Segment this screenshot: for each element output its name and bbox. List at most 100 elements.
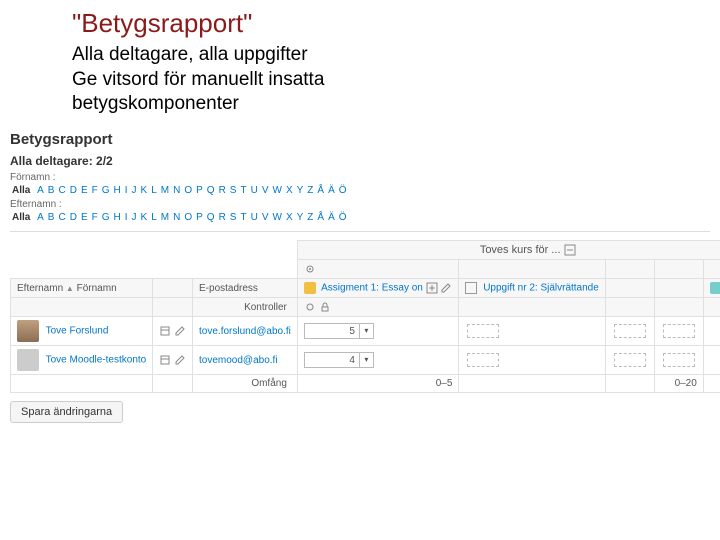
- column-assign1[interactable]: Assigment 1: Essay on: [297, 279, 459, 298]
- alpha-letter-R[interactable]: R: [219, 185, 226, 196]
- alpha-letter-C[interactable]: C: [58, 212, 65, 223]
- alpha-letter-Ä[interactable]: Ä: [328, 212, 335, 223]
- alpha-letter-T[interactable]: T: [240, 212, 246, 223]
- column-email[interactable]: E-postadress: [193, 279, 298, 298]
- col-firstname-label: Förnamn: [77, 283, 117, 294]
- alpha-letter-O[interactable]: O: [184, 185, 192, 196]
- alpha-letter-B[interactable]: B: [48, 212, 55, 223]
- checkbox-icon: [465, 282, 477, 294]
- alpha-letter-Q[interactable]: Q: [207, 185, 215, 196]
- alpha-letter-W[interactable]: W: [272, 185, 281, 196]
- alpha-letter-Z[interactable]: Z: [307, 212, 313, 223]
- alpha-letter-U[interactable]: U: [251, 185, 258, 196]
- alpha-letter-N[interactable]: N: [173, 212, 180, 223]
- alpha-letter-E[interactable]: E: [81, 212, 88, 223]
- alpha-letter-Y[interactable]: Y: [297, 212, 304, 223]
- gear-icon[interactable]: [304, 302, 316, 313]
- user-name[interactable]: Tove Forslund: [46, 326, 109, 337]
- alpha-letter-Z[interactable]: Z: [307, 185, 313, 196]
- user-cell[interactable]: Tove Moodle-testkonto: [11, 346, 153, 375]
- email-cell: tovemood@abo.fi: [193, 346, 298, 375]
- alpha-letter-D[interactable]: D: [70, 212, 77, 223]
- alpha-letter-E[interactable]: E: [81, 185, 88, 196]
- user-cell[interactable]: Tove Forslund: [11, 317, 153, 346]
- alpha-letter-R[interactable]: R: [219, 212, 226, 223]
- alpha-letter-Q[interactable]: Q: [207, 212, 215, 223]
- alpha-letter-Å[interactable]: Å: [317, 185, 324, 196]
- grade-dropdown[interactable]: ▾: [360, 323, 374, 339]
- filter-all-lastname[interactable]: Alla: [12, 212, 30, 223]
- grades-icon[interactable]: [159, 355, 171, 366]
- collapse-icon[interactable]: [564, 244, 576, 256]
- alpha-letter-U[interactable]: U: [251, 212, 258, 223]
- grade-input[interactable]: 5: [304, 323, 360, 339]
- alpha-letter-H[interactable]: H: [114, 212, 121, 223]
- grade-dropdown[interactable]: ▾: [360, 352, 374, 368]
- grade-locked: [663, 353, 695, 367]
- alpha-letter-L[interactable]: L: [151, 212, 157, 223]
- alpha-letter-G[interactable]: G: [102, 212, 110, 223]
- column-assign2[interactable]: Uppgift nr 2: Självrättande: [459, 279, 605, 298]
- alpha-letter-I[interactable]: I: [125, 212, 128, 223]
- alpha-letter-H[interactable]: H: [114, 185, 121, 196]
- alpha-letter-M[interactable]: M: [161, 185, 169, 196]
- alpha-letter-B[interactable]: B: [48, 185, 55, 196]
- alpha-letter-X[interactable]: X: [286, 212, 293, 223]
- alpha-letter-D[interactable]: D: [70, 185, 77, 196]
- alpha-letter-S[interactable]: S: [230, 185, 237, 196]
- alpha-letter-M[interactable]: M: [161, 212, 169, 223]
- grades-icon[interactable]: [159, 326, 171, 337]
- alpha-letter-J[interactable]: J: [132, 212, 137, 223]
- slide-sub-line3: betygskomponenter: [72, 92, 720, 117]
- save-button[interactable]: Spara ändringarna: [10, 401, 123, 423]
- alpha-letter-F[interactable]: F: [92, 185, 98, 196]
- alpha-letter-Y[interactable]: Y: [297, 185, 304, 196]
- alpha-letter-Å[interactable]: Å: [317, 212, 324, 223]
- alpha-letter-I[interactable]: I: [125, 185, 128, 196]
- lock-icon[interactable]: [319, 302, 331, 313]
- range-a1: 0–5: [297, 375, 459, 393]
- alpha-letter-C[interactable]: C: [58, 185, 65, 196]
- assign2-link[interactable]: Uppgift nr 2: Självrättande: [483, 283, 599, 294]
- column-name[interactable]: Efternamn ▲ Förnamn: [11, 279, 153, 298]
- grade-input[interactable]: 4: [304, 352, 360, 368]
- alpha-letter-A[interactable]: A: [37, 185, 44, 196]
- assign1-link[interactable]: Assigment 1: Essay on: [321, 283, 423, 294]
- alphabet-letters-lastname: ABCDEFGHIJKLMNOPQRSTUVWXYZÅÄÖ: [35, 212, 348, 223]
- edit-icon[interactable]: [174, 355, 186, 366]
- alpha-letter-Ö[interactable]: Ö: [339, 212, 347, 223]
- alpha-letter-G[interactable]: G: [102, 185, 110, 196]
- column-assign3[interactable]: Assig: [703, 279, 720, 298]
- alpha-letter-O[interactable]: O: [184, 212, 192, 223]
- email-link[interactable]: tove.forslund@abo.fi: [199, 326, 291, 337]
- alpha-letter-S[interactable]: S: [230, 212, 237, 223]
- alpha-letter-L[interactable]: L: [151, 185, 157, 196]
- edit-icon[interactable]: [174, 326, 186, 337]
- gradebook-app: Betygsrapport Alla deltagare: 2/2 Förnam…: [0, 131, 720, 429]
- alpha-letter-P[interactable]: P: [196, 185, 203, 196]
- alpha-letter-T[interactable]: T: [240, 185, 246, 196]
- alpha-letter-F[interactable]: F: [92, 212, 98, 223]
- alpha-letter-K[interactable]: K: [141, 212, 148, 223]
- grade-cell-3: [605, 346, 654, 375]
- alpha-letter-J[interactable]: J: [132, 185, 137, 196]
- alpha-letter-V[interactable]: V: [262, 185, 269, 196]
- email-link[interactable]: tovemood@abo.fi: [199, 355, 278, 366]
- gear-icon[interactable]: [304, 264, 316, 275]
- grade-cell-1: 5▾: [297, 317, 459, 346]
- alpha-letter-A[interactable]: A: [37, 212, 44, 223]
- range-a2: 0–20: [654, 375, 703, 393]
- row-actions: [153, 317, 193, 346]
- alpha-letter-X[interactable]: X: [286, 185, 293, 196]
- alpha-letter-V[interactable]: V: [262, 212, 269, 223]
- expand-icon[interactable]: [426, 283, 438, 294]
- alpha-letter-P[interactable]: P: [196, 212, 203, 223]
- user-name[interactable]: Tove Moodle-testkonto: [46, 355, 147, 366]
- filter-all-firstname[interactable]: Alla: [12, 185, 30, 196]
- alpha-letter-W[interactable]: W: [272, 212, 281, 223]
- alpha-letter-K[interactable]: K: [141, 185, 148, 196]
- alpha-letter-Ö[interactable]: Ö: [339, 185, 347, 196]
- alpha-letter-Ä[interactable]: Ä: [328, 185, 335, 196]
- edit-icon[interactable]: [440, 283, 452, 294]
- alpha-letter-N[interactable]: N: [173, 185, 180, 196]
